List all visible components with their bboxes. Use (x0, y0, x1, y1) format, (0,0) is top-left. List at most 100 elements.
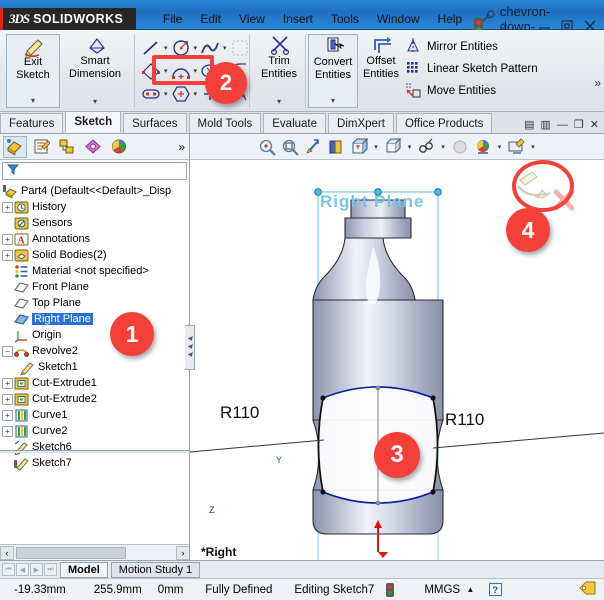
tree-node-annotations[interactable]: + A Annotations (2, 231, 189, 247)
manager-tabs-more[interactable]: » (178, 140, 185, 154)
expand-toggle[interactable]: + (2, 393, 13, 405)
hide-show-items-dropdown[interactable]: ▾ (439, 143, 447, 151)
menu-item-view[interactable]: View (230, 10, 274, 28)
tree-horizontal-scrollbar[interactable]: ‹ › (0, 544, 189, 560)
tab-mold-tools[interactable]: Mold Tools (188, 113, 262, 133)
offset-entities-button[interactable]: Offset Entities (358, 34, 404, 108)
next-tab-button[interactable]: ▶ (30, 563, 43, 576)
display-style-dropdown[interactable]: ▾ (406, 143, 414, 151)
expand-toggle[interactable]: + (2, 201, 13, 213)
expand-toggle[interactable]: + (2, 409, 13, 421)
circle-tool-dropdown[interactable]: ▾ (192, 44, 200, 52)
hide-show-items-icon[interactable] (416, 137, 436, 157)
scroll-left-button[interactable]: ‹ (0, 545, 14, 560)
configuration-manager-tab[interactable] (55, 136, 79, 158)
expand-toggle[interactable]: + (2, 377, 13, 389)
tree-node-revolve2[interactable]: − Revolve2 (2, 343, 189, 359)
tree-node-sensors[interactable]: Sensors (2, 215, 189, 231)
display-style-icon[interactable] (383, 137, 403, 157)
property-manager-tab[interactable] (29, 136, 53, 158)
mirror-entities-button[interactable]: Mirror Entities (404, 36, 584, 58)
close-doc-icon[interactable]: ✕ (590, 118, 599, 131)
tree-node-cut-extrude1[interactable]: + Cut-Extrude1 (2, 375, 189, 391)
tree-node-curve2[interactable]: + Curve2 (2, 423, 189, 439)
previous-view-icon[interactable] (303, 137, 323, 157)
expand-toggle[interactable]: + (2, 425, 13, 437)
menu-item-edit[interactable]: Edit (191, 10, 230, 28)
convert-entities-dropdown[interactable]: ▾ (331, 95, 335, 107)
view-settings-dropdown[interactable]: ▾ (529, 143, 537, 151)
tab-features[interactable]: Features (0, 113, 64, 133)
menu-item-file[interactable]: File (154, 10, 191, 28)
trim-entities-dropdown[interactable]: ▾ (277, 96, 281, 108)
expand-toggle[interactable]: + (2, 233, 13, 245)
smart-dimension-button[interactable]: Smart Dimension ▾ (62, 34, 128, 108)
tree-node-top-plane[interactable]: Top Plane (2, 295, 189, 311)
tree-node-cut-extrude2[interactable]: + Cut-Extrude2 (2, 391, 189, 407)
scroll-right-button[interactable]: › (176, 545, 189, 560)
panel-splitter[interactable]: ◀ ◀ ◀ (185, 325, 195, 370)
polygon-tool-dropdown[interactable]: ▾ (192, 90, 200, 98)
tree-root-part[interactable]: Part4 (Default<<Default>_Disp (2, 183, 189, 199)
menu-item-insert[interactable]: Insert (274, 10, 322, 28)
exit-sketch-button[interactable]: Exit Sketch ▾ (6, 34, 60, 108)
dimension-r110-left[interactable]: R110 (220, 403, 259, 423)
slot-tool-dropdown[interactable]: ▾ (162, 90, 170, 98)
units-dropdown-icon[interactable]: ▴ (466, 584, 479, 595)
apply-scene-icon[interactable] (473, 137, 493, 157)
menu-item-window[interactable]: Window (368, 10, 429, 28)
view-orientation-icon[interactable] (349, 137, 369, 157)
first-tab-button[interactable]: ⏮ (2, 563, 15, 576)
edit-appearance-icon[interactable] (450, 137, 470, 157)
tree-node-sketch7[interactable]: Sketch7 (2, 455, 189, 471)
linear-sketch-pattern-button[interactable]: Linear Sketch Pattern ▾ (404, 58, 584, 80)
polygon-tool-icon[interactable] (170, 84, 192, 104)
tree-node-curve1[interactable]: + Curve1 (2, 407, 189, 423)
tab-evaluate[interactable]: Evaluate (263, 113, 327, 133)
tree-node-right-plane[interactable]: Right Plane (2, 311, 189, 327)
tab-sketch[interactable]: Sketch (65, 111, 122, 133)
tab-office-products[interactable]: Office Products (395, 113, 493, 133)
apply-scene-dropdown[interactable]: ▾ (496, 143, 504, 151)
menu-item-help[interactable]: Help (429, 10, 472, 28)
smart-dimension-dropdown[interactable]: ▾ (93, 96, 97, 108)
exit-sketch-dropdown[interactable]: ▾ (31, 95, 35, 107)
convert-entities-button[interactable]: Convert Entities ▾ (308, 34, 358, 108)
panel-right-icon[interactable]: ▥ (541, 118, 551, 131)
status-help-icon[interactable]: ? (479, 583, 508, 596)
dimxpert-manager-tab[interactable] (81, 136, 105, 158)
display-manager-tab[interactable] (107, 136, 131, 158)
tab-surfaces[interactable]: Surfaces (123, 113, 187, 133)
slot-tool-icon[interactable] (140, 84, 162, 104)
tree-rollback-bar[interactable] (0, 450, 189, 453)
zoom-to-area-icon[interactable] (280, 137, 300, 157)
tab-model[interactable]: Model (60, 561, 108, 578)
status-units[interactable]: MMGS (400, 584, 466, 596)
previous-tab-button[interactable]: ◀ (16, 563, 29, 576)
dimension-r110-right[interactable]: R110 (445, 410, 484, 430)
tag-icon[interactable] (573, 581, 604, 598)
tree-node-history[interactable]: + History (2, 199, 189, 215)
restore-doc-icon[interactable]: ❐ (574, 118, 584, 131)
spline-tool-dropdown[interactable]: ▾ (221, 44, 229, 52)
tab-motion-study-1[interactable]: Motion Study 1 (110, 561, 201, 578)
tree-node-sketch1[interactable]: Sketch1 (2, 359, 189, 376)
tree-node-solid-bodies[interactable]: + Solid Bodies(2) (2, 247, 189, 263)
trim-entities-button[interactable]: Trim Entities ▾ (254, 34, 304, 108)
collapse-toggle[interactable]: − (2, 345, 13, 357)
tree-node-material[interactable]: Material <not specified> (2, 263, 189, 279)
feature-manager-tab[interactable] (3, 135, 27, 158)
view-settings-icon[interactable] (506, 137, 526, 157)
tree-filter-bar[interactable] (2, 162, 187, 180)
tree-node-origin[interactable]: Origin (2, 327, 189, 343)
expand-toggle[interactable]: + (2, 249, 13, 261)
minimize-doc-icon[interactable]: — (557, 119, 568, 131)
menu-item-tools[interactable]: Tools (322, 10, 368, 28)
ribbon-more-chevron[interactable]: » (594, 76, 601, 90)
panel-left-icon[interactable]: ▤ (524, 118, 534, 131)
section-view-icon[interactable] (326, 137, 346, 157)
tree-node-front-plane[interactable]: Front Plane (2, 279, 189, 295)
view-orientation-dropdown[interactable]: ▾ (372, 143, 380, 151)
display-grid-icon[interactable] (229, 38, 251, 58)
scroll-thumb[interactable] (16, 546, 126, 559)
